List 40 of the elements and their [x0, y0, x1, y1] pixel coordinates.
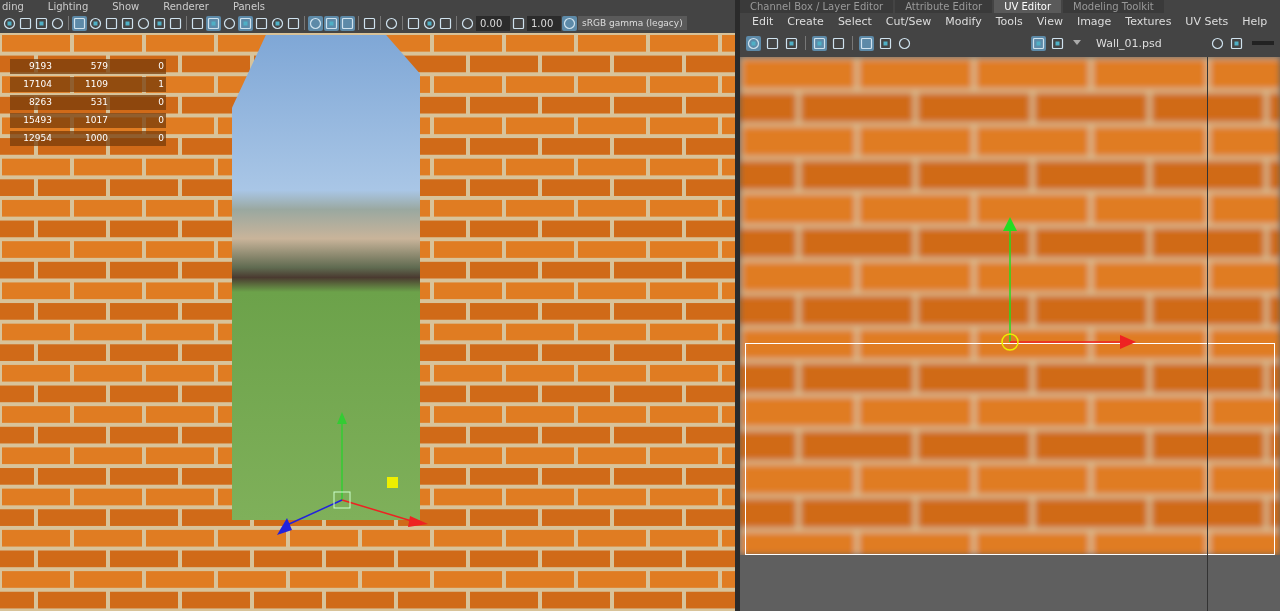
menu-item[interactable]: Tools — [995, 14, 1023, 28]
menu-item[interactable]: Help — [1242, 14, 1268, 28]
texture-name[interactable]: Wall_01.psd — [1088, 36, 1206, 50]
color-space-dropdown[interactable]: sRGB gamma (legacy) — [578, 16, 687, 30]
gamma-field[interactable]: 1.00 — [527, 15, 561, 31]
hud-stat: 15493 — [10, 113, 54, 128]
menu-item[interactable]: UV Sets — [1185, 14, 1229, 28]
panel-tab[interactable]: Modeling Toolkit — [1063, 0, 1164, 13]
menu-item[interactable]: Image — [1076, 14, 1112, 28]
hud-stat: 579 — [54, 59, 110, 74]
menu-item[interactable]: Edit — [752, 14, 774, 28]
exposure-field[interactable]: 0.00 — [476, 15, 510, 31]
menu-item[interactable]: Modify — [945, 14, 982, 28]
menu-item[interactable]: Select — [837, 14, 872, 28]
menu-item[interactable]: Textures — [1125, 14, 1172, 28]
hud-stat: 1017 — [54, 113, 110, 128]
panel-tab[interactable]: Channel Box / Layer Editor — [740, 0, 894, 13]
hud-stat: 17104 — [10, 77, 54, 92]
hud-stat: 0 — [110, 131, 166, 146]
hud-stat: 531 — [54, 95, 110, 110]
hud-stat: 0 — [110, 113, 166, 128]
menu-item[interactable]: Panels — [232, 0, 266, 13]
hud-stat: 1109 — [54, 77, 110, 92]
hud-stat: 9193 — [10, 59, 54, 74]
hud-stat: 0 — [110, 59, 166, 74]
panel-tab[interactable]: Attribute Editor — [895, 0, 993, 13]
panel-tab[interactable]: UV Editor — [994, 0, 1062, 13]
menu-item[interactable]: View — [1036, 14, 1063, 28]
menu-item[interactable]: Cut/Sew — [885, 14, 932, 28]
menu-item[interactable]: Renderer — [163, 0, 209, 13]
slider-track[interactable] — [1252, 41, 1274, 45]
menu-item[interactable]: Show — [112, 0, 140, 13]
menu-item[interactable]: ding — [2, 0, 24, 13]
hud-stat: 1000 — [54, 131, 110, 146]
hud-stat: 1 — [110, 77, 166, 92]
menu-item[interactable]: Create — [787, 14, 824, 28]
hud-stat: 8263 — [10, 95, 54, 110]
hud-stat: 0 — [110, 95, 166, 110]
hud-stat: 12954 — [10, 131, 54, 146]
menu-item[interactable]: Lighting — [47, 0, 89, 13]
